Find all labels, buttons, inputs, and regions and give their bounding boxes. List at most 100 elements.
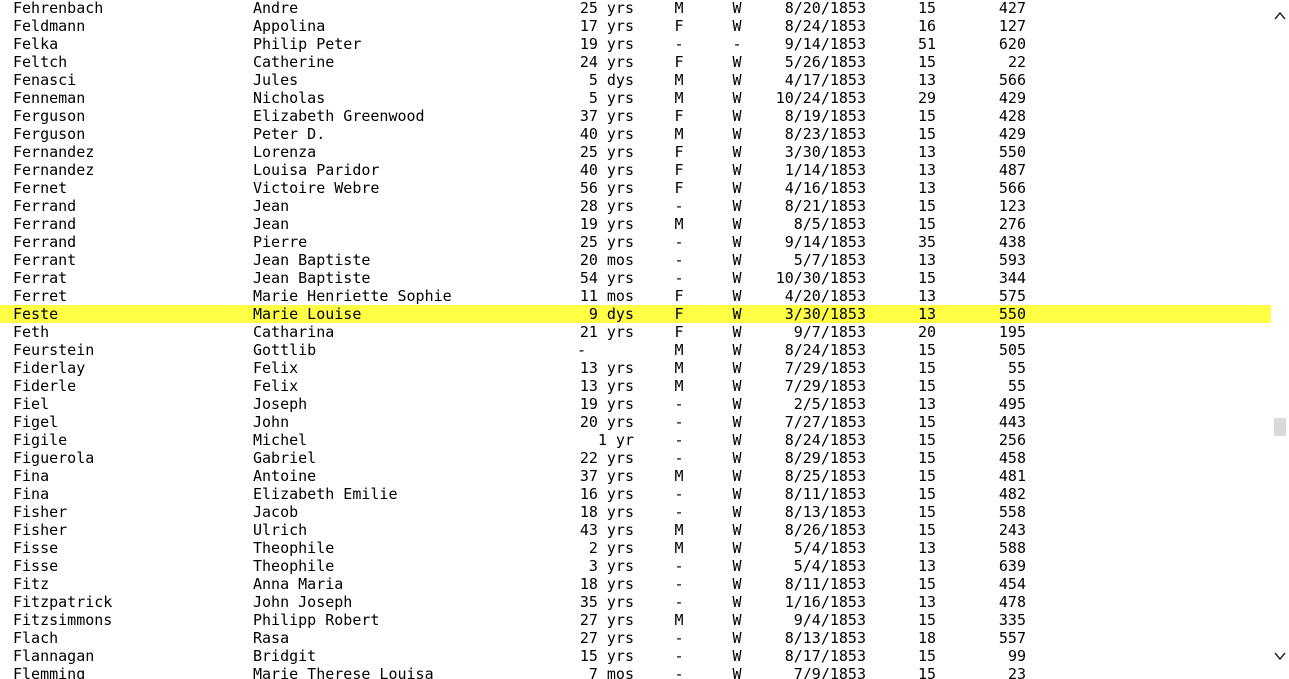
- volume-cell: 15: [917, 377, 936, 395]
- table-row: Ferrand Jean 28 yrs - W 8/21/1853 15 123: [0, 197, 1271, 215]
- age-cell: 16 yrs: [579, 485, 634, 503]
- page-cell: 195: [998, 323, 1026, 341]
- volume-cell: 15: [917, 647, 936, 665]
- sex-cell: F: [674, 53, 684, 71]
- page-cell: 495: [998, 395, 1026, 413]
- race-cell: W: [732, 287, 742, 305]
- age-cell: 11 mos: [579, 287, 634, 305]
- table-row: Ferrand Jean 19 yrs M W 8/5/1853 15 276: [0, 215, 1271, 233]
- volume-cell: 13: [917, 71, 936, 89]
- table-row: Fenasci Jules 5 dys M W 4/17/1853 13 566: [0, 71, 1271, 89]
- table-row: Ferguson Peter D. 40 yrs M W 8/23/1853 15 429: [0, 125, 1271, 143]
- sex-cell: -: [674, 395, 684, 413]
- first-name-cell: Theophile: [253, 539, 335, 557]
- sex-cell: M: [674, 0, 684, 17]
- last-name-cell: Fisse: [13, 557, 59, 575]
- last-name-cell: Fiel: [13, 395, 50, 413]
- page-cell: 593: [998, 251, 1026, 269]
- table-row: Fenneman Nicholas 5 yrs M W 10/24/1853 29 429: [0, 89, 1271, 107]
- table-row: Fisse Theophile 2 yrs M W 5/4/1853 13 588: [0, 539, 1271, 557]
- race-cell: W: [732, 107, 742, 125]
- death-date-cell: 8/26/1853: [784, 521, 866, 539]
- table-row: Fernandez Louisa Paridor 40 yrs F W 1/14/1853…: [0, 161, 1271, 179]
- age-cell: 24 yrs: [579, 53, 634, 71]
- vertical-scrollbar[interactable]: [1271, 0, 1289, 679]
- death-date-cell: 8/13/1853: [784, 629, 866, 647]
- first-name-cell: Philip Peter: [253, 35, 362, 53]
- race-cell: W: [732, 71, 742, 89]
- sex-cell: -: [674, 197, 684, 215]
- scroll-up-button[interactable]: [1271, 8, 1289, 24]
- last-name-cell: Figel: [13, 413, 59, 431]
- first-name-cell: Lorenza: [253, 143, 317, 161]
- race-cell: W: [732, 449, 742, 467]
- last-name-cell: Ferguson: [13, 125, 86, 143]
- volume-cell: 15: [917, 611, 936, 629]
- last-name-cell: Feth: [13, 323, 50, 341]
- volume-cell: 13: [917, 557, 936, 575]
- page-cell: 55: [1007, 359, 1026, 377]
- sex-cell: M: [674, 611, 684, 629]
- table-row: Fehrenbach Andre 25 yrs M W 8/20/1853 15 427: [0, 0, 1271, 17]
- last-name-cell: Fenasci: [13, 71, 77, 89]
- first-name-cell: Philipp Robert: [253, 611, 380, 629]
- race-cell: W: [732, 629, 742, 647]
- sex-cell: M: [674, 71, 684, 89]
- sex-cell: M: [674, 125, 684, 143]
- page-cell: 505: [998, 341, 1026, 359]
- page-cell: 482: [998, 485, 1026, 503]
- death-date-cell: 8/21/1853: [784, 197, 866, 215]
- page-cell: 55: [1007, 377, 1026, 395]
- death-date-cell: 2/5/1853: [793, 395, 866, 413]
- sex-cell: -: [674, 665, 684, 679]
- volume-cell: 15: [917, 467, 936, 485]
- table-row: Ferrat Jean Baptiste 54 yrs - W 10/30/1853 15 3…: [0, 269, 1271, 287]
- page-cell: 438: [998, 233, 1026, 251]
- sex-cell: M: [674, 539, 684, 557]
- death-date-cell: 8/25/1853: [784, 467, 866, 485]
- page-cell: 588: [998, 539, 1026, 557]
- first-name-cell: Nicholas: [253, 89, 326, 107]
- volume-cell: 13: [917, 143, 936, 161]
- scroll-down-button[interactable]: [1271, 648, 1289, 664]
- sex-cell: -: [674, 413, 684, 431]
- race-cell: W: [732, 143, 742, 161]
- scroll-thumb[interactable]: [1274, 418, 1286, 436]
- page-cell: 478: [998, 593, 1026, 611]
- race-cell: W: [732, 467, 742, 485]
- first-name-cell: Elizabeth Greenwood: [253, 107, 425, 125]
- first-name-cell: Felix: [253, 359, 299, 377]
- page-cell: 443: [998, 413, 1026, 431]
- volume-cell: 15: [917, 485, 936, 503]
- table-row: Fitzsimmons Philipp Robert 27 yrs M W 9/4/185…: [0, 611, 1271, 629]
- death-date-cell: 5/7/1853: [793, 251, 866, 269]
- race-cell: W: [732, 431, 742, 449]
- death-date-cell: 9/14/1853: [784, 233, 866, 251]
- death-date-cell: 5/26/1853: [784, 53, 866, 71]
- sex-cell: F: [674, 287, 684, 305]
- first-name-cell: Jean: [253, 215, 290, 233]
- page-cell: 454: [998, 575, 1026, 593]
- last-name-cell: Fiderlay: [13, 359, 86, 377]
- race-cell: W: [732, 665, 742, 679]
- death-date-cell: 9/7/1853: [793, 323, 866, 341]
- age-cell: 19 yrs: [579, 35, 634, 53]
- volume-cell: 35: [917, 233, 936, 251]
- age-cell: 22 yrs: [579, 449, 634, 467]
- age-cell: 9 dys: [588, 305, 634, 323]
- last-name-cell: Fernandez: [13, 161, 95, 179]
- race-cell: W: [732, 359, 742, 377]
- race-cell: W: [732, 377, 742, 395]
- last-name-cell: Fina: [13, 467, 50, 485]
- volume-cell: 20: [917, 323, 936, 341]
- age-cell: 13 yrs: [579, 377, 634, 395]
- age-cell: 19 yrs: [579, 215, 634, 233]
- race-cell: W: [732, 413, 742, 431]
- sex-cell: -: [674, 575, 684, 593]
- sex-cell: -: [674, 269, 684, 287]
- page-cell: 256: [998, 431, 1026, 449]
- page-cell: 620: [998, 35, 1026, 53]
- age-cell: 43 yrs: [579, 521, 634, 539]
- death-date-cell: 8/13/1853: [784, 503, 866, 521]
- volume-cell: 15: [917, 449, 936, 467]
